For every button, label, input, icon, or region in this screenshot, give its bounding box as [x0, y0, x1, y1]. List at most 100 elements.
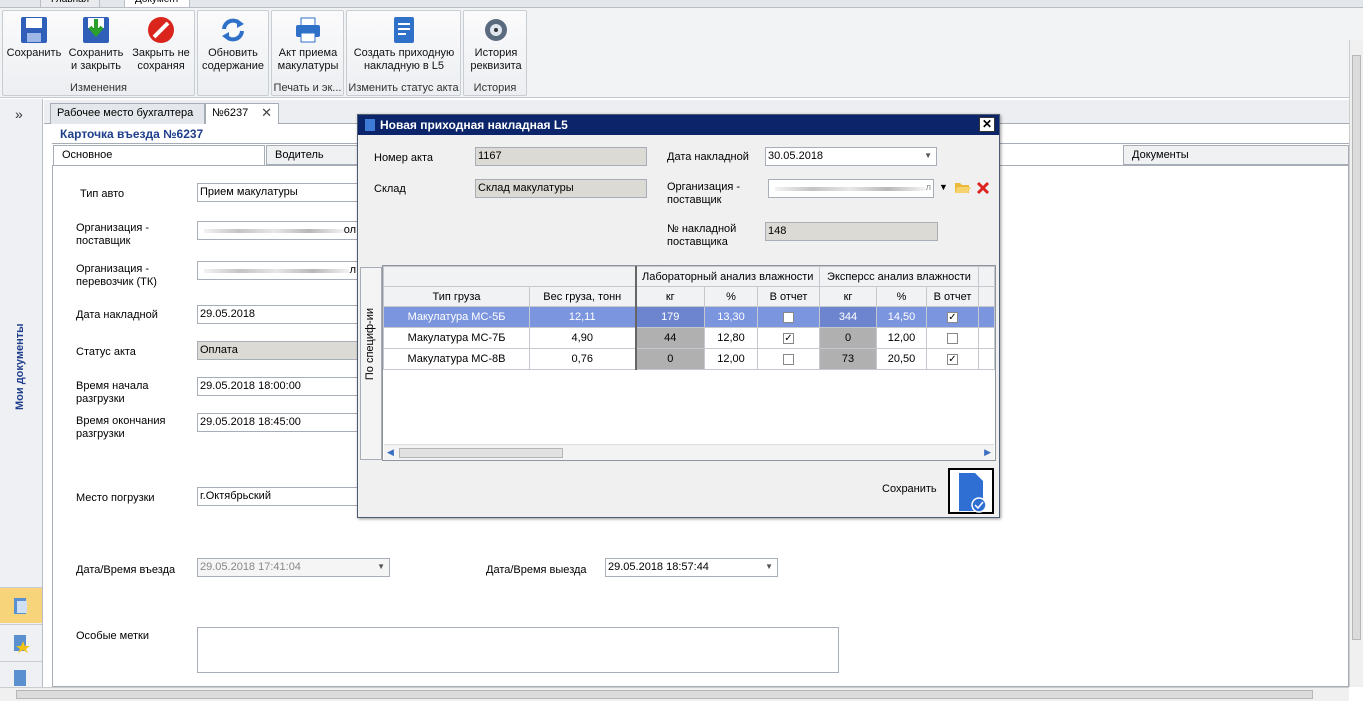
tab-accountant-workplace[interactable]: Рабочее место бухгалтера — [50, 103, 205, 124]
exp-report-cell[interactable] — [926, 327, 979, 349]
dialog-title-bar[interactable]: Новая приходная накладная L5 ✕ — [358, 115, 999, 135]
carrier-field[interactable]: л — [197, 261, 359, 280]
create-invoice-button[interactable]: Создать приходную накладную в L5 — [349, 13, 459, 73]
dialog-save-button[interactable] — [948, 468, 994, 514]
chevron-down-icon[interactable]: ▼ — [939, 182, 948, 192]
lab-kg-cell[interactable]: 44 — [634, 327, 705, 349]
page-title: Карточка въезда №6237 — [60, 127, 204, 141]
vertical-scrollbar[interactable] — [1349, 40, 1363, 687]
report-checkbox[interactable]: ✓ — [947, 311, 958, 323]
report-checkbox[interactable] — [947, 332, 958, 344]
scroll-right-icon[interactable]: ▶ — [984, 447, 991, 458]
dialog-invoice-date-field[interactable]: 30.05.2018 ▼ — [765, 147, 937, 166]
table-row[interactable]: Макулатура МС-8В 0,76 0 12,00 73 20,50 ✓ — [383, 348, 995, 370]
expand-sidebar-button[interactable]: » — [15, 106, 23, 122]
exp-pct-cell[interactable]: 12,00 — [876, 327, 927, 349]
sidebar-more-button[interactable] — [0, 661, 42, 687]
table-row[interactable]: Макулатура МС-5Б 12,11 179 13,30 344 14,50 ✓ — [383, 306, 995, 328]
lab-report-cell[interactable] — [757, 348, 820, 370]
ribbon-tab-home[interactable]: Главная — [40, 0, 101, 8]
col-exp-kg[interactable]: кг — [819, 286, 877, 307]
report-checkbox[interactable]: ✓ — [947, 353, 958, 365]
save-button[interactable]: Сохранить — [5, 13, 63, 60]
loading-place-field[interactable]: г.Октябрьский — [197, 487, 359, 506]
exp-pct-cell[interactable]: 14,50 — [876, 306, 927, 328]
dialog-supplier-field[interactable]: л — [768, 179, 934, 198]
tab-documents[interactable]: Документы — [1123, 145, 1349, 165]
tab-driver[interactable]: Водитель — [266, 145, 361, 165]
open-folder-icon[interactable] — [954, 180, 971, 195]
cargo-type-cell[interactable]: Макулатура МС-5Б — [383, 306, 530, 328]
grid-horizontal-scrollbar[interactable]: ◀ ▶ — [384, 444, 994, 460]
car-type-field[interactable]: Прием макулатуры — [197, 183, 359, 202]
lab-pct-cell[interactable]: 13,30 — [704, 306, 758, 328]
close-nosave-label: Закрыть не сохраняя — [132, 47, 190, 72]
table-row[interactable]: Макулатура МС-7Б 4,90 44 12,80 ✓ 0 12,00 — [383, 327, 995, 349]
exp-kg-cell[interactable]: 73 — [819, 348, 877, 370]
close-dialog-button[interactable]: ✕ — [979, 117, 995, 132]
refresh-button[interactable]: Обновить содержание — [200, 13, 266, 73]
chevron-down-icon[interactable]: ▼ — [924, 151, 932, 160]
empty-header — [383, 266, 636, 287]
col-lab-pct[interactable]: % — [704, 286, 758, 307]
exp-pct-cell[interactable]: 20,50 — [876, 348, 927, 370]
col-exp-report[interactable]: В отчет — [926, 286, 979, 307]
cargo-type-cell[interactable]: Макулатура МС-7Б — [383, 327, 530, 349]
scrollbar-thumb[interactable] — [16, 690, 1313, 699]
tab-card-6237[interactable]: №6237 ✕ — [205, 103, 279, 124]
clear-x-icon[interactable] — [976, 181, 990, 195]
express-analysis-header: Эксперсс анализ влажности — [819, 266, 979, 287]
weight-cell[interactable]: 12,11 — [529, 306, 636, 328]
col-lab-report[interactable]: В отчет — [757, 286, 820, 307]
scrollbar-thumb[interactable] — [1352, 55, 1361, 640]
notes-field[interactable] — [197, 627, 839, 673]
lab-pct-cell[interactable]: 12,80 — [704, 327, 758, 349]
unload-end-field[interactable]: 29.05.2018 18:45:00 — [197, 413, 359, 432]
cargo-type-cell[interactable]: Макулатура МС-8В — [383, 348, 530, 370]
tab-by-specification[interactable]: По специф-ии — [360, 267, 382, 460]
unload-start-field[interactable]: 29.05.2018 18:00:00 — [197, 377, 359, 396]
sidebar-favorites-button[interactable] — [0, 624, 42, 660]
weight-cell[interactable]: 4,90 — [529, 327, 636, 349]
close-tab-icon[interactable]: ✕ — [261, 105, 272, 121]
save-close-label: Сохранить и закрыть — [68, 47, 124, 72]
my-documents-label[interactable]: Мои документы — [14, 300, 30, 410]
save-document-icon — [959, 473, 987, 513]
chevron-down-icon[interactable]: ▼ — [765, 562, 773, 571]
scrollbar-thumb[interactable] — [399, 448, 563, 458]
sidebar-doc-button[interactable] — [0, 587, 42, 623]
exp-report-cell[interactable]: ✓ — [926, 348, 979, 370]
exp-kg-cell[interactable]: 0 — [819, 327, 877, 349]
lab-report-cell[interactable]: ✓ — [757, 327, 820, 349]
report-checkbox[interactable] — [783, 353, 794, 365]
lab-kg-cell[interactable]: 0 — [634, 348, 705, 370]
col-lab-kg[interactable]: кг — [634, 286, 705, 307]
history-button[interactable]: История реквизита — [466, 13, 526, 73]
ribbon-tab-document[interactable]: Документ — [124, 0, 191, 8]
report-checkbox[interactable]: ✓ — [783, 332, 794, 344]
print-act-button[interactable]: Акт приема макулатуры — [274, 13, 342, 73]
col-exp-pct[interactable]: % — [876, 286, 927, 307]
invoice-date-field[interactable]: 29.05.2018 — [197, 305, 359, 324]
group-label-print: Печать и эк... — [273, 82, 342, 94]
supplier-field[interactable]: ол — [197, 221, 359, 240]
lab-report-cell[interactable] — [757, 306, 820, 328]
lab-kg-cell[interactable]: 179 — [634, 306, 705, 328]
lab-pct-cell[interactable]: 12,00 — [704, 348, 758, 370]
filler-cell — [978, 327, 995, 349]
exp-kg-cell[interactable]: 344 — [819, 306, 877, 328]
col-weight[interactable]: Вес груза, тонн — [529, 286, 636, 307]
warehouse-field: Склад макулатуры — [475, 179, 647, 198]
entry-label: Дата/Время въезда — [76, 564, 176, 576]
report-checkbox[interactable] — [783, 311, 794, 323]
horizontal-scrollbar[interactable] — [0, 687, 1349, 701]
ribbon-group-history: История реквизита История — [463, 10, 527, 96]
save-close-button[interactable]: Сохранить и закрыть — [65, 13, 127, 73]
exp-report-cell[interactable]: ✓ — [926, 306, 979, 328]
exit-datetime-field[interactable]: 29.05.2018 18:57:44 ▼ — [605, 558, 778, 577]
weight-cell[interactable]: 0,76 — [529, 348, 636, 370]
close-nosave-button[interactable]: Закрыть не сохраняя — [129, 13, 193, 73]
col-cargo-type[interactable]: Тип груза — [383, 286, 530, 307]
tab-main[interactable]: Основное — [53, 145, 265, 165]
scroll-left-icon[interactable]: ◀ — [387, 447, 394, 458]
